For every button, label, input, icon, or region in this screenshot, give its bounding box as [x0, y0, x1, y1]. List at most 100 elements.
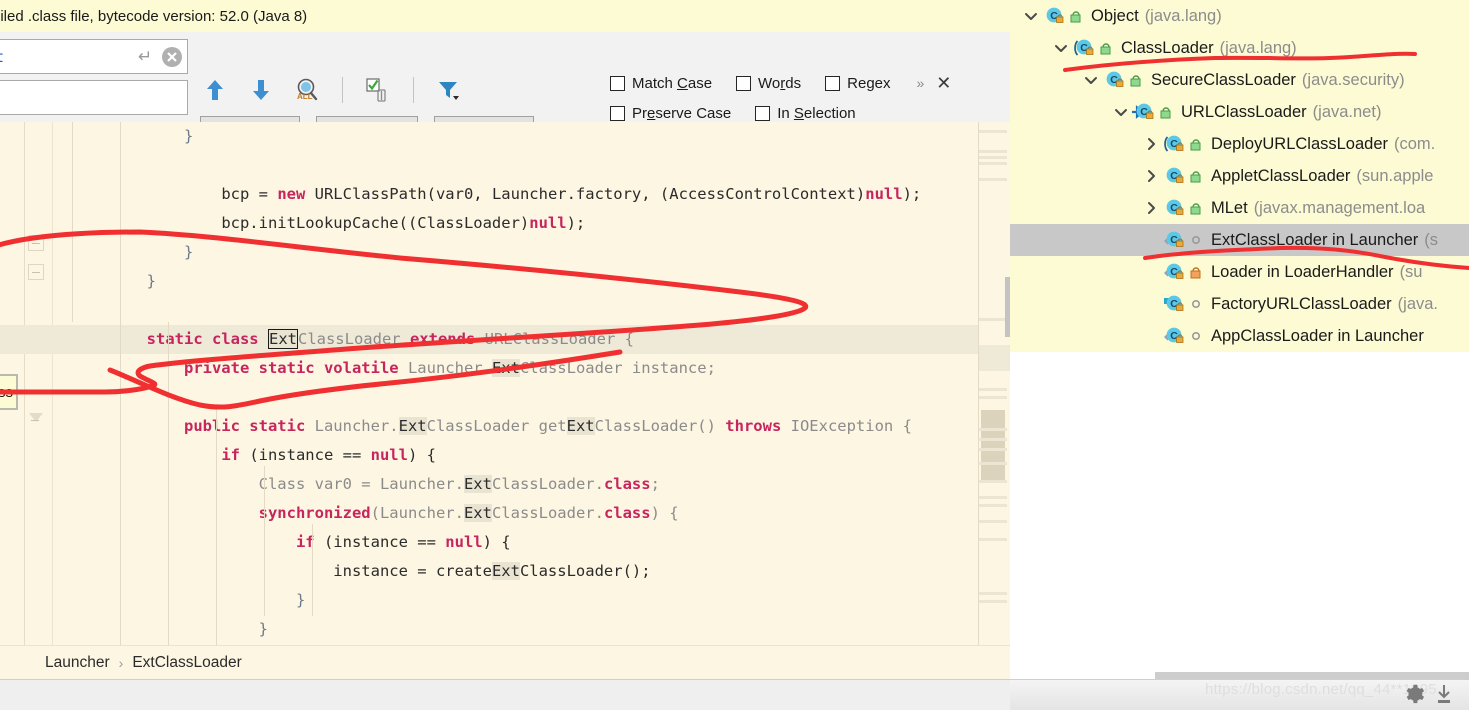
banner-text: piled .class file, bytecode version: 52.…: [0, 7, 308, 25]
hierarchy-row[interactable]: C DeployURLClassLoader (com.: [1010, 128, 1469, 160]
code-token: }: [258, 620, 268, 638]
code-token: ClassLoader(): [594, 417, 726, 435]
replace-input[interactable]: [0, 80, 188, 115]
indent-guide: [264, 466, 265, 616]
hierarchy-row[interactable]: C FactoryURLClassLoader (java.: [1010, 288, 1469, 320]
code-line[interactable]: [52, 383, 1010, 412]
code-token: Ext: [491, 562, 520, 580]
match-case-checkbox[interactable]: Match Case: [610, 75, 712, 92]
preserve-case-box[interactable]: [610, 105, 625, 121]
code-line[interactable]: if (instance == null) {: [52, 441, 1010, 470]
code-token: ClassLoader instance;: [519, 359, 716, 377]
code-line[interactable]: if (instance == null) {: [52, 528, 1010, 557]
hierarchy-row[interactable]: C Loader in LoaderHandler (su: [1010, 256, 1469, 288]
code-line[interactable]: }: [52, 122, 1010, 151]
code-line[interactable]: }: [52, 615, 1010, 644]
chevron-right-icon[interactable]: [1140, 137, 1162, 151]
more-options-icon[interactable]: »: [917, 75, 925, 91]
fold-marker[interactable]: [28, 264, 44, 280]
static-class-icon: C: [1162, 230, 1185, 250]
hierarchy-row[interactable]: C ClassLoader (java.lang): [1010, 32, 1469, 64]
code-token: (Launcher.: [370, 504, 464, 522]
fold-marker-collapse[interactable]: [28, 413, 44, 429]
indent-guide: [72, 122, 73, 322]
words-box[interactable]: [736, 75, 752, 91]
code-line[interactable]: bcp.initLookupCache((ClassLoader)null);: [52, 209, 1010, 238]
code-line[interactable]: }: [52, 238, 1010, 267]
code-line[interactable]: instance = createExtClassLoader();: [52, 557, 1010, 586]
code-token: }: [146, 272, 156, 290]
code-line[interactable]: static class ExtClassLoader extends URLC…: [0, 325, 1010, 354]
code-line[interactable]: [52, 151, 1010, 180]
chevron-right-icon[interactable]: [1140, 169, 1162, 183]
hierarchy-row-package: (com.: [1394, 134, 1436, 153]
hierarchy-row[interactable]: C URLClassLoader (java.net): [1010, 96, 1469, 128]
code-line[interactable]: Class var0 = Launcher.ExtClassLoader.cla…: [52, 470, 1010, 499]
settings-gear-icon[interactable]: [1403, 683, 1425, 705]
find-options-row-1: Match Case Words Regex » ✕: [610, 68, 951, 98]
regex-checkbox[interactable]: Regex: [825, 74, 891, 92]
hierarchy-row[interactable]: C ExtClassLoader in Launcher (s: [1010, 224, 1469, 256]
hierarchy-row[interactable]: C MLet (javax.management.loa: [1010, 192, 1469, 224]
find-previous-icon[interactable]: [200, 75, 230, 105]
preserve-case-checkbox[interactable]: Preserve Case: [610, 105, 731, 122]
class-icon: C: [1042, 6, 1065, 26]
regex-box[interactable]: [825, 75, 841, 91]
code-line[interactable]: }: [52, 267, 1010, 296]
breadcrumb-item-extclassloader[interactable]: ExtClassLoader: [132, 654, 241, 672]
hierarchy-row[interactable]: C Object (java.lang): [1010, 0, 1469, 32]
clear-circle-icon[interactable]: [157, 42, 187, 72]
code-line[interactable]: }: [52, 586, 1010, 615]
code-line[interactable]: public static Launcher.ExtClassLoader ge…: [52, 412, 1010, 441]
close-findbar-icon[interactable]: ✕: [936, 74, 951, 92]
hierarchy-row-name: ExtClassLoader in Launcher: [1211, 230, 1419, 249]
hierarchy-row[interactable]: C SecureClassLoader (java.security): [1010, 64, 1469, 96]
hierarchy-row[interactable]: C AppClassLoader in Launcher: [1010, 320, 1469, 352]
in-selection-checkbox[interactable]: In Selection: [755, 104, 856, 122]
words-checkbox[interactable]: Words: [736, 75, 801, 92]
chevron-down-icon[interactable]: [1050, 41, 1072, 55]
code-line[interactable]: [52, 296, 1010, 325]
match-case-box[interactable]: [610, 75, 625, 91]
hierarchy-row-package: (java.security): [1301, 70, 1405, 89]
fold-marker[interactable]: [28, 235, 44, 251]
find-replace-toolbar: t ↵: [0, 32, 1010, 144]
ide-status-strip: [0, 679, 1010, 710]
code-editor[interactable]: } bcp = new URLClassPath(var0, Launcher.…: [0, 122, 1010, 645]
package-local-icon: [1188, 136, 1204, 152]
chevron-down-icon[interactable]: [1020, 9, 1042, 23]
select-all-occurrences-icon[interactable]: ALL: [292, 75, 322, 105]
code-token: private static volatile: [183, 359, 399, 377]
download-icon[interactable]: [1434, 683, 1454, 705]
code-token: public static: [183, 417, 306, 435]
filter-search-icon[interactable]: [434, 75, 464, 105]
enter-return-icon[interactable]: ↵: [133, 46, 157, 68]
code-token: );: [566, 214, 586, 232]
code-token: Ext: [566, 417, 595, 435]
code-lines[interactable]: } bcp = new URLClassPath(var0, Launcher.…: [0, 122, 1010, 645]
chevron-right-icon[interactable]: [1140, 201, 1162, 215]
code-line[interactable]: private static volatile Launcher.ExtClas…: [52, 354, 1010, 383]
editor-scroll-thumb[interactable]: [981, 410, 1005, 482]
add-multiline-icon[interactable]: [363, 75, 393, 105]
hierarchy-row[interactable]: C AppletClassLoader (sun.apple: [1010, 160, 1469, 192]
in-selection-label: In Selection: [777, 104, 856, 122]
code-token: Ext: [267, 329, 298, 349]
breadcrumb-item-launcher[interactable]: Launcher: [45, 654, 110, 672]
in-selection-box[interactable]: [755, 105, 771, 121]
hierarchy-tree[interactable]: C Object (java.lang) C ClassLoader (java.lang…: [1010, 0, 1469, 352]
code-line[interactable]: synchronized(Launcher.ExtClassLoader.cla…: [52, 499, 1010, 528]
class-icon: C: [1162, 166, 1185, 186]
regex-label: Regex: [847, 74, 891, 92]
code-token: Class var0 = Launcher.: [258, 475, 464, 493]
hierarchy-horizontal-scrollbar[interactable]: [1155, 672, 1469, 679]
code-token: extends: [409, 330, 476, 348]
chevron-down-icon[interactable]: [1080, 73, 1102, 87]
search-input[interactable]: t ↵: [0, 39, 188, 74]
preserve-case-label: Preserve Case: [632, 104, 732, 122]
code-line[interactable]: bcp = new URLClassPath(var0, Launcher.fa…: [52, 180, 1010, 209]
chevron-down-icon[interactable]: [1110, 105, 1132, 119]
find-next-icon[interactable]: [246, 75, 276, 105]
editor-marker-bar[interactable]: [978, 122, 1011, 645]
code-token: class: [603, 504, 651, 522]
